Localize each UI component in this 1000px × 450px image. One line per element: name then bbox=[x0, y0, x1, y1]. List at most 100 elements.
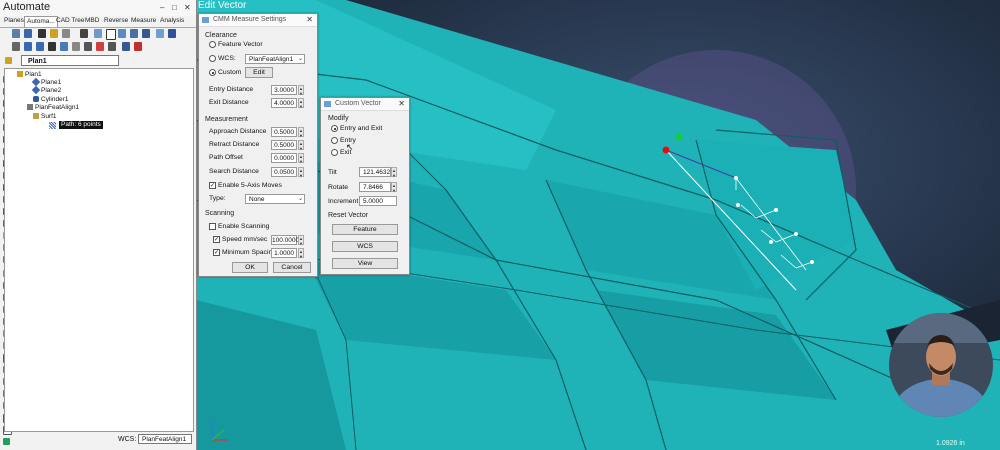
exit-distance-spinner[interactable]: ▲ ▼ bbox=[298, 98, 304, 109]
move-icon[interactable] bbox=[80, 29, 88, 38]
app-icon bbox=[202, 17, 209, 23]
tree-item-label: Surf1 bbox=[41, 113, 57, 120]
chevron-down-icon: ⌄ bbox=[297, 56, 303, 62]
tree-item-plane1[interactable]: Plane1 bbox=[31, 78, 61, 87]
wcs-button[interactable]: WCS bbox=[332, 241, 398, 252]
new-plan-icon[interactable] bbox=[12, 29, 20, 38]
restore-button[interactable]: □ bbox=[172, 3, 177, 12]
tilt-spinner[interactable]: ▲ ▼ bbox=[391, 167, 397, 178]
type-label: Type: bbox=[209, 195, 226, 202]
wcs-radio[interactable] bbox=[209, 55, 216, 62]
hatch-icon[interactable] bbox=[130, 29, 138, 38]
increment-input[interactable]: 5.0000 bbox=[359, 196, 397, 206]
enable-scanning-checkbox[interactable] bbox=[209, 223, 216, 230]
axis-icon[interactable] bbox=[84, 42, 92, 51]
path-offset-input[interactable]: 0.0000 bbox=[271, 153, 297, 163]
approach-distance-input[interactable]: 0.5000 bbox=[271, 127, 297, 137]
tab-measure[interactable]: Measure bbox=[129, 16, 158, 26]
entry-radio[interactable] bbox=[331, 137, 338, 144]
min-spacing-spinner[interactable]: ▲ ▼ bbox=[298, 248, 304, 259]
cancel-button[interactable]: Cancel bbox=[273, 262, 311, 273]
speed-checkbox[interactable]: ✓ bbox=[213, 236, 220, 243]
increment-label: Increment bbox=[328, 198, 359, 205]
tree-root-label: Plan1 bbox=[25, 71, 42, 78]
approach-distance-label: Approach Distance bbox=[209, 128, 267, 135]
speed-input[interactable]: 100.0000 bbox=[271, 235, 299, 245]
exit-radio[interactable] bbox=[331, 149, 338, 156]
tree-item-plane2[interactable]: Plane2 bbox=[31, 86, 61, 95]
minimize-button[interactable]: – bbox=[160, 3, 164, 12]
step-back-icon[interactable] bbox=[12, 42, 20, 51]
list-icon[interactable] bbox=[60, 42, 68, 51]
wcs-combo[interactable]: PlanFeatAlign1 ⌄ bbox=[245, 54, 305, 64]
rotate-label: Rotate bbox=[328, 184, 349, 191]
pattern-icon[interactable] bbox=[118, 29, 126, 38]
custom-vector-title: Custom Vector bbox=[335, 100, 381, 107]
cursor-icon[interactable] bbox=[156, 29, 164, 38]
plan-select[interactable]: Plan1 bbox=[21, 55, 119, 66]
type-combo[interactable]: None ⌄ bbox=[245, 194, 305, 204]
retract-distance-input[interactable]: 0.5000 bbox=[271, 140, 297, 150]
probe-icon[interactable] bbox=[38, 29, 46, 38]
tab-analysis[interactable]: Analysis bbox=[158, 16, 186, 26]
tilt-label: Tilt bbox=[328, 169, 337, 176]
play-icon[interactable] bbox=[24, 42, 32, 51]
measure-icon[interactable] bbox=[72, 42, 80, 51]
cmm-measure-settings-dialog: CMM Measure Settings ✕ Clearance Feature… bbox=[198, 13, 318, 277]
plus-icon[interactable] bbox=[168, 29, 176, 38]
save-icon[interactable] bbox=[24, 29, 32, 38]
close-icon[interactable]: ✕ bbox=[398, 98, 405, 110]
tab-mbd[interactable]: MBD bbox=[83, 16, 101, 26]
folder-icon bbox=[17, 71, 23, 78]
entry-exit-radio[interactable] bbox=[331, 125, 338, 132]
custom-radio[interactable] bbox=[209, 69, 216, 76]
tab-reverse[interactable]: Reverse bbox=[102, 16, 130, 26]
tab-cad-tree[interactable]: CAD Tree bbox=[54, 16, 87, 26]
speed-spinner[interactable]: ▲ ▼ bbox=[298, 235, 304, 246]
tree-item-surf1[interactable]: Surf1 bbox=[33, 113, 57, 121]
wcs-select[interactable]: PlanFeatAlign1 bbox=[138, 434, 192, 444]
entry-distance-input[interactable]: 3.0000 bbox=[271, 85, 297, 95]
retract-spinner[interactable]: ▲ ▼ bbox=[298, 140, 304, 151]
filter-icon[interactable] bbox=[50, 29, 58, 38]
table-icon[interactable] bbox=[94, 29, 102, 38]
text-icon[interactable] bbox=[106, 29, 116, 40]
grid-icon[interactable] bbox=[142, 29, 150, 38]
path-offset-spinner[interactable]: ▲ ▼ bbox=[298, 153, 304, 164]
tree-root[interactable]: Plan1 bbox=[17, 71, 42, 79]
step-icon[interactable] bbox=[36, 42, 44, 51]
min-spacing-input[interactable]: 1.0000 bbox=[271, 248, 297, 258]
enable-5axis-checkbox[interactable]: ✓ bbox=[209, 182, 216, 189]
scale-readout: 1.0926 in bbox=[936, 440, 965, 447]
delete-icon[interactable] bbox=[96, 42, 104, 51]
min-spacing-checkbox[interactable]: ✓ bbox=[213, 249, 220, 256]
rotate-input[interactable]: 7.8466 bbox=[359, 182, 391, 192]
close-button[interactable]: ✕ bbox=[184, 3, 191, 12]
search-distance-input[interactable]: 0.0500 bbox=[271, 167, 297, 177]
tab-planes[interactable]: Planes bbox=[2, 16, 26, 26]
ok-button[interactable]: OK bbox=[232, 262, 268, 273]
counter-icon[interactable] bbox=[48, 42, 56, 51]
edit-button[interactable]: Edit bbox=[245, 67, 273, 78]
feature-button[interactable]: Feature bbox=[332, 224, 398, 235]
entry-distance-spinner[interactable]: ▲ ▼ bbox=[298, 85, 304, 96]
tree-item-planfeatalign1[interactable]: PlanFeatAlign1 bbox=[27, 104, 79, 112]
tree-item-cylinder1[interactable]: Cylinder1 bbox=[33, 96, 68, 104]
tilt-input[interactable]: 121.4632 bbox=[359, 167, 391, 177]
search-spinner[interactable]: ▲ ▼ bbox=[298, 167, 304, 178]
exit-distance-input[interactable]: 4.0000 bbox=[271, 98, 297, 108]
view-button[interactable]: View bbox=[332, 258, 398, 269]
layout-icon[interactable] bbox=[122, 42, 130, 51]
wcs-label: WCS: bbox=[118, 436, 137, 443]
close-icon[interactable]: ✕ bbox=[306, 14, 313, 26]
approach-spinner[interactable]: ▲ ▼ bbox=[298, 127, 304, 138]
feature-vector-radio[interactable] bbox=[209, 41, 216, 48]
surface-feature-icon bbox=[33, 113, 39, 120]
thermometer-icon[interactable] bbox=[134, 42, 142, 51]
transform-icon[interactable] bbox=[108, 42, 116, 51]
rotate-spinner[interactable]: ▲ ▼ bbox=[391, 182, 397, 193]
tab-automate[interactable]: Automa... bbox=[24, 16, 58, 27]
plan-tree: Plan1 Plane1 Plane2 Cylinder1 PlanFeatAl… bbox=[4, 68, 194, 432]
tool-icon[interactable] bbox=[62, 29, 70, 38]
toolbar-row-1 bbox=[0, 28, 196, 40]
